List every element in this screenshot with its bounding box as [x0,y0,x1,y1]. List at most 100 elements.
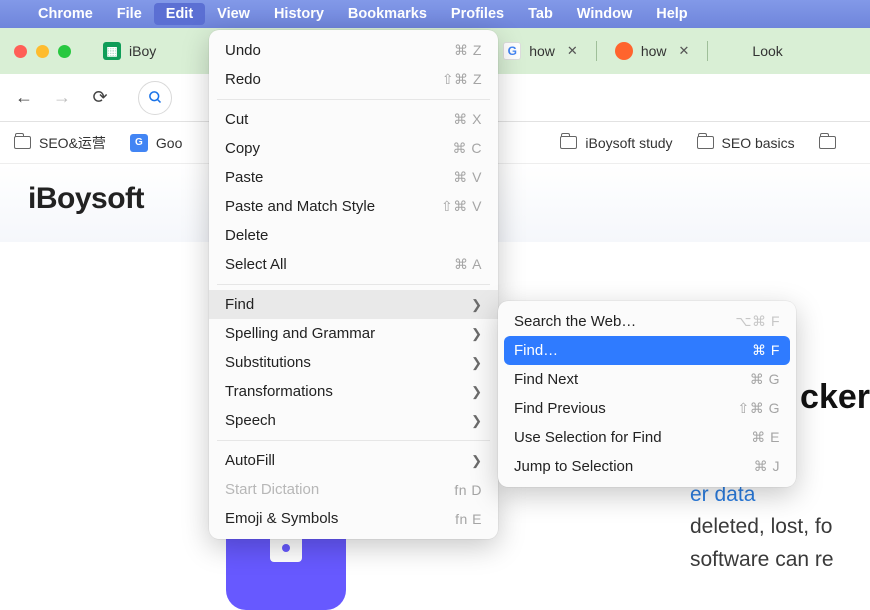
menu-item-label: Delete [225,227,268,244]
tab-separator [596,41,597,61]
menubar-bookmarks[interactable]: Bookmarks [336,3,439,25]
menu-item-label: Find [225,296,254,313]
menu-item-label: Spelling and Grammar [225,325,375,342]
tab-apple-look[interactable]: Look [718,34,790,68]
menu-item-label: Find Previous [514,400,606,417]
tab-label: how [529,43,555,59]
menu-separator [217,99,490,100]
close-tab-icon[interactable]: ✕ [567,43,578,59]
tab-iboysoft[interactable]: ▦ iBoy [95,34,164,68]
menu-item-cut[interactable]: Cut⌘ X [209,105,498,134]
shortcut-label: ⌘ G [750,371,780,388]
bookmark-folder-seo-basics[interactable]: SEO basics [697,135,795,151]
menu-item-label: Find… [514,342,558,359]
window-controls [14,45,71,58]
back-button[interactable]: ← [14,87,34,108]
address-bar[interactable] [138,81,172,115]
edit-menu-dropdown: Undo⌘ ZRedo⇧⌘ ZCut⌘ XCopy⌘ CPaste⌘ VPast… [209,30,498,539]
tab-semrush-how[interactable]: how ✕ [607,34,698,68]
menu-item-label: Jump to Selection [514,458,633,475]
zoom-window-button[interactable] [58,45,71,58]
tab-label: how [641,43,667,59]
tab-label: iBoy [129,43,156,59]
tab-separator [707,41,708,61]
menu-item-find-previous[interactable]: Find Previous ⇧⌘ G [498,394,796,423]
folder-icon [819,136,836,149]
menu-item-autofill[interactable]: AutoFill❯ [209,446,498,475]
menu-item-label: Select All [225,256,287,273]
menu-item-label: Search the Web… [514,313,636,330]
menubar-edit[interactable]: Edit [154,3,205,25]
menu-separator [217,284,490,285]
bookmark-label: SEO basics [722,135,795,151]
bookmark-folder-iboysoft-study[interactable]: iBoysoft study [560,135,672,151]
bookmark-folder-seo[interactable]: SEO&运营 [14,133,106,153]
menu-item-transformations[interactable]: Transformations❯ [209,377,498,406]
menu-item-label: Emoji & Symbols [225,510,338,527]
macos-menubar: Chrome File Edit View History Bookmarks … [0,0,870,28]
close-tab-icon[interactable]: ✕ [679,43,690,59]
menu-item-label: Start Dictation [225,481,319,498]
search-icon [148,90,163,105]
bookmark-google-translate[interactable]: GGoo [130,134,182,152]
menubar-profiles[interactable]: Profiles [439,3,516,25]
menu-item-select-all[interactable]: Select All⌘ A [209,250,498,279]
menu-item-label: Paste and Match Style [225,198,375,215]
bookmark-folder-more[interactable] [819,136,836,149]
shortcut-label: ⌘ J [754,458,780,475]
folder-icon [560,136,577,149]
shortcut-label: ⇧⌘ Z [442,71,482,88]
menu-item-spelling-and-grammar[interactable]: Spelling and Grammar ❯ [209,319,498,348]
menu-item-label: Undo [225,42,261,59]
google-icon: G [503,42,521,60]
menu-item-paste[interactable]: Paste ⌘ V [209,163,498,192]
shortcut-label: ⇧⌘ G [737,400,780,417]
menubar-file[interactable]: File [105,3,154,25]
menu-item-label: Paste [225,169,263,186]
reload-button[interactable]: ⟳ [90,87,110,108]
menu-item-speech[interactable]: Speech❯ [209,406,498,435]
chevron-right-icon: ❯ [471,384,482,400]
find-submenu: Search the Web…⌥⌘ FFind…⌘ FFind Next⌘ GF… [498,301,796,487]
menu-item-copy[interactable]: Copy⌘ C [209,134,498,163]
minimize-window-button[interactable] [36,45,49,58]
menu-item-redo[interactable]: Redo⇧⌘ Z [209,65,498,94]
apple-icon [726,42,744,60]
menu-item-find-next[interactable]: Find Next⌘ G [498,365,796,394]
menubar-view[interactable]: View [205,3,262,25]
tab-label: Look [752,43,782,59]
menu-item-find[interactable]: Find…⌘ F [504,336,790,365]
shortcut-label: fn E [455,511,482,527]
chevron-right-icon: ❯ [471,326,482,342]
menu-item-label: Speech [225,412,276,429]
menubar-history[interactable]: History [262,3,336,25]
semrush-icon [615,42,633,60]
menu-item-jump-to-selection[interactable]: Jump to Selection ⌘ J [498,452,796,481]
menubar-tab[interactable]: Tab [516,3,565,25]
bookmark-label: Goo [156,135,182,151]
menu-item-find[interactable]: Find❯ [209,290,498,319]
shortcut-label: ⌘ V [453,169,482,186]
menu-item-emoji-symbols[interactable]: Emoji & Symbols fn E [209,504,498,533]
tab-google-how[interactable]: G how ✕ [495,34,586,68]
menu-item-substitutions[interactable]: Substitutions ❯ [209,348,498,377]
menu-item-paste-and-match-style[interactable]: Paste and Match Style ⇧⌘ V [209,192,498,221]
menu-item-label: Use Selection for Find [514,429,662,446]
menu-item-start-dictation: Start Dictation fn D [209,475,498,504]
menu-item-delete[interactable]: Delete [209,221,498,250]
chevron-right-icon: ❯ [471,355,482,371]
shortcut-label: fn D [454,482,482,498]
menu-item-label: Substitutions [225,354,311,371]
shortcut-label: ⇧⌘ V [441,198,482,215]
menubar-help[interactable]: Help [644,3,699,25]
menubar-app[interactable]: Chrome [26,3,105,25]
menu-item-use-selection-for-find[interactable]: Use Selection for Find⌘ E [498,423,796,452]
shortcut-label: ⌘ C [453,140,483,157]
menubar-window[interactable]: Window [565,3,644,25]
menu-item-search-the-web[interactable]: Search the Web…⌥⌘ F [498,307,796,336]
forward-button[interactable]: → [52,87,72,108]
menu-item-undo[interactable]: Undo⌘ Z [209,36,498,65]
menu-separator [217,440,490,441]
menu-item-label: AutoFill [225,452,275,469]
close-window-button[interactable] [14,45,27,58]
